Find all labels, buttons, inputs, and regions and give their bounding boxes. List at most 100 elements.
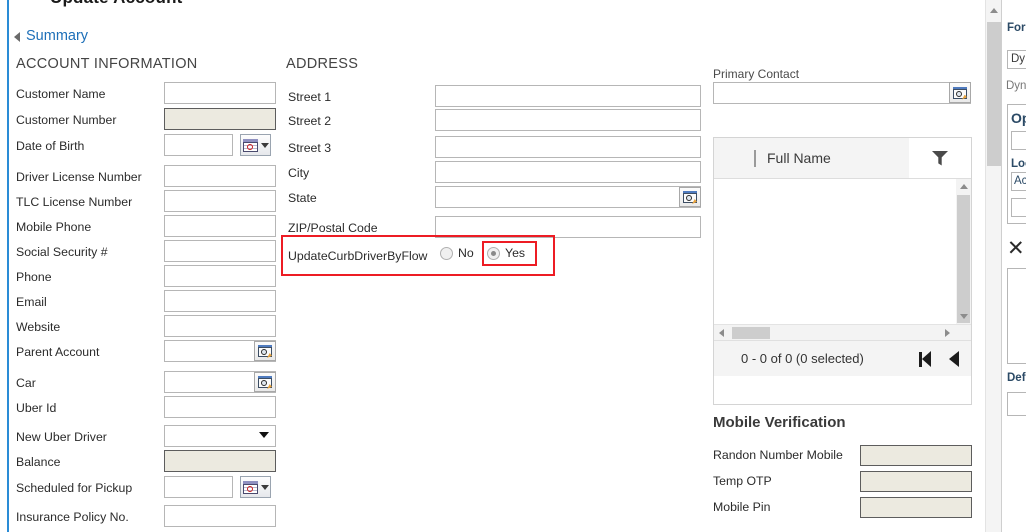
field-input-uber-id[interactable] <box>164 396 276 418</box>
field-label-tlc-license-number: TLC License Number <box>16 195 133 209</box>
field-label-insurance-policy-no: Insurance Policy No. <box>16 510 129 524</box>
field-input-temp-otp <box>860 471 972 492</box>
date-picker-button-scheduled-for-pickup[interactable] <box>240 476 271 498</box>
lookup-magnifier-icon <box>258 376 272 389</box>
field-label-email: Email <box>16 295 47 309</box>
field-label-new-uber-driver: New Uber Driver <box>16 430 107 444</box>
page-title: Update Account <box>50 0 183 8</box>
page-scroll-thumb[interactable] <box>987 22 1001 166</box>
chevron-down-icon <box>260 142 269 148</box>
form-properties-side-panel: For Dy Dyna Op Loc Ac ✕ Def <box>1001 0 1026 532</box>
lookup-magnifier-icon <box>683 191 697 204</box>
lookup-magnifier-icon <box>258 345 272 358</box>
chevron-down-icon <box>260 484 269 490</box>
page-vertical-scrollbar[interactable] <box>985 0 1001 532</box>
field-label-date-of-birth: Date of Birth <box>16 139 85 153</box>
field-input-street-3[interactable] <box>435 136 701 158</box>
field-input-city[interactable] <box>435 161 701 183</box>
field-label-website: Website <box>16 320 61 334</box>
summary-section-label: Summary <box>26 28 89 44</box>
field-label-zip-postal-code: ZIP/Postal Code <box>288 221 378 235</box>
date-picker-button-date-of-birth[interactable] <box>240 134 271 156</box>
field-label-scheduled-for-pickup: Scheduled for Pickup <box>16 481 133 495</box>
scroll-right-icon[interactable] <box>945 329 950 337</box>
page-previous-icon[interactable] <box>949 351 959 367</box>
summary-section-toggle[interactable]: Summary <box>14 28 88 44</box>
lookup-button-parent-account[interactable] <box>254 341 276 361</box>
subgrid-vertical-scrollbar[interactable] <box>956 179 971 324</box>
section-header-address: ADDRESS <box>286 56 359 72</box>
funnel-filter-icon <box>931 150 949 166</box>
field-input-scheduled-for-pickup[interactable] <box>164 476 233 498</box>
side-panel-form-value: Dy <box>1011 53 1026 65</box>
scroll-up-icon[interactable] <box>960 184 968 189</box>
field-label-social-security: Social Security # <box>16 245 108 259</box>
field-input-randon-number-mobile <box>860 445 972 466</box>
field-label-state: State <box>288 191 317 205</box>
field-input-insurance-policy-no[interactable] <box>164 505 276 527</box>
primary-contact-input[interactable] <box>713 82 971 104</box>
field-input-date-of-birth[interactable] <box>164 134 233 156</box>
page-scroll-up-icon[interactable] <box>990 8 998 13</box>
scroll-left-icon[interactable] <box>719 329 724 337</box>
side-panel-location-label: Loc <box>1011 158 1026 170</box>
side-panel-options-input[interactable] <box>1011 131 1026 150</box>
field-label-street-2: Street 2 <box>288 114 332 128</box>
side-panel-form-hint: Dyna <box>1006 80 1026 92</box>
page-first-icon[interactable] <box>919 351 931 367</box>
side-panel-location-value: Ac <box>1014 175 1026 187</box>
field-input-state[interactable] <box>435 186 701 208</box>
side-panel-list-box[interactable] <box>1007 268 1026 364</box>
side-panel-extra-input[interactable] <box>1011 198 1026 217</box>
calendar-icon <box>242 480 258 494</box>
side-panel-options-label: Op <box>1011 110 1026 126</box>
field-label-car: Car <box>16 376 36 390</box>
form-accent-bar <box>7 0 9 532</box>
subgrid-vertical-scroll-thumb[interactable] <box>957 195 970 323</box>
field-input-social-security[interactable] <box>164 240 276 262</box>
field-label-balance: Balance <box>16 455 61 469</box>
mobile-verification-title: Mobile Verification <box>713 414 846 431</box>
lookup-button-state[interactable] <box>679 187 701 207</box>
field-input-mobile-phone[interactable] <box>164 215 276 237</box>
field-input-street-2[interactable] <box>435 109 701 131</box>
field-label-temp-otp: Temp OTP <box>713 474 772 488</box>
primary-contact-label: Primary Contact <box>713 67 800 81</box>
subgrid-header-row: Full Name <box>714 138 971 179</box>
column-divider <box>754 149 756 167</box>
field-label-mobile-pin: Mobile Pin <box>713 500 771 514</box>
lookup-button-car[interactable] <box>254 372 276 392</box>
field-input-phone[interactable] <box>164 265 276 287</box>
subgrid-record-count: 0 - 0 of 0 (0 selected) <box>741 351 864 366</box>
subgrid-column-header-full-name[interactable]: Full Name <box>767 150 831 166</box>
field-input-email[interactable] <box>164 290 276 312</box>
chevron-down-icon[interactable] <box>259 432 269 438</box>
field-label-mobile-phone: Mobile Phone <box>16 220 92 234</box>
scroll-down-icon[interactable] <box>960 314 968 319</box>
field-label-city: City <box>288 166 310 180</box>
field-input-tlc-license-number[interactable] <box>164 190 276 212</box>
calendar-icon <box>242 138 258 152</box>
subgrid-horizontal-scrollbar[interactable] <box>714 324 971 340</box>
field-input-driver-license-number[interactable] <box>164 165 276 187</box>
field-input-website[interactable] <box>164 315 276 337</box>
field-label-street-1: Street 1 <box>288 90 332 104</box>
field-label-customer-number: Customer Number <box>16 113 117 127</box>
account-form-canvas: Update Account Summary ACCOUNT INFORMATI… <box>0 0 985 532</box>
close-x-icon[interactable]: ✕ <box>1007 238 1025 259</box>
subgrid-body <box>714 179 971 324</box>
field-input-customer-number <box>164 108 276 130</box>
side-panel-form-label: For <box>1007 22 1026 34</box>
highlight-annotation-yes <box>482 241 537 266</box>
subgrid-filter-button[interactable] <box>909 138 971 178</box>
side-panel-default-label: Def <box>1007 372 1026 384</box>
field-label-phone: Phone <box>16 270 52 284</box>
section-header-account-information: ACCOUNT INFORMATION <box>16 56 198 72</box>
field-input-customer-name[interactable] <box>164 82 276 104</box>
field-label-driver-license-number: Driver License Number <box>16 170 142 184</box>
field-input-mobile-pin <box>860 497 972 518</box>
subgrid-horizontal-scroll-thumb[interactable] <box>732 327 770 339</box>
field-input-street-1[interactable] <box>435 85 701 107</box>
primary-contact-lookup-icon[interactable] <box>949 82 971 103</box>
side-panel-default-box[interactable] <box>1007 392 1026 416</box>
